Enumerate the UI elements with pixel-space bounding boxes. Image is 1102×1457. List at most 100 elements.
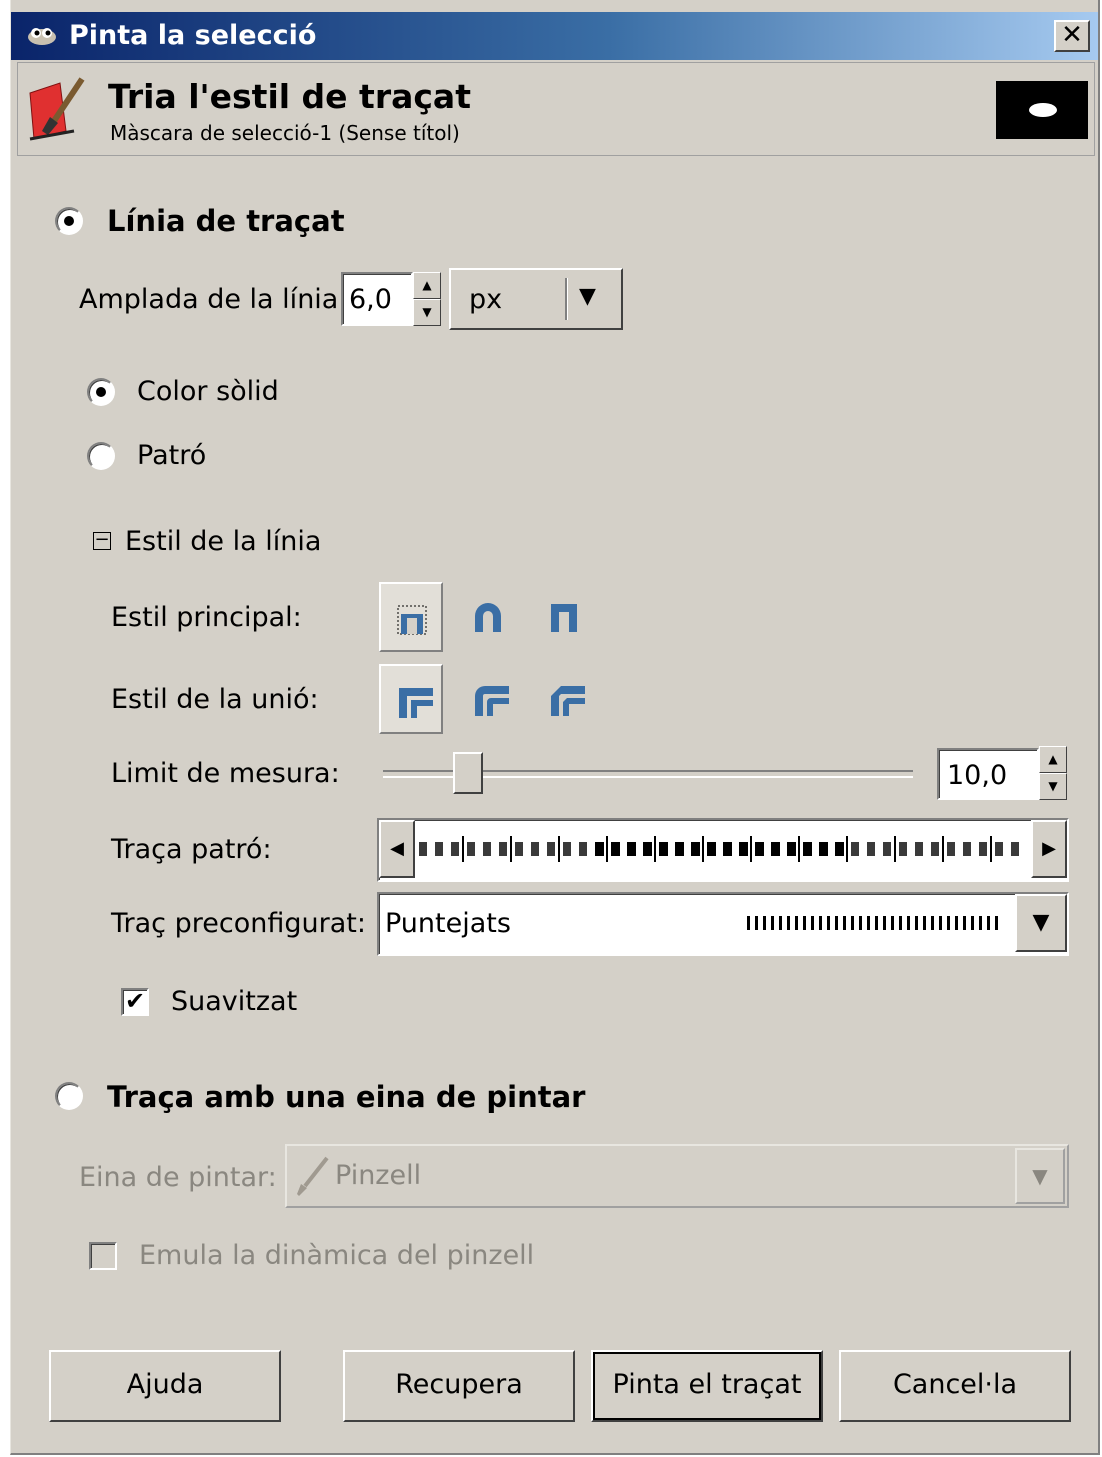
dash-segment <box>563 842 571 856</box>
stroke-line-label[interactable]: Línia de traçat <box>107 204 345 238</box>
dot-mark <box>787 916 790 930</box>
dash-segment <box>419 842 427 856</box>
cap-butt-icon <box>397 605 427 635</box>
dash-segment <box>627 842 636 856</box>
line-width-label: Amplada de la línia: <box>79 284 348 315</box>
dot-mark <box>915 916 918 930</box>
dash-segment <box>723 842 732 856</box>
dash-segment <box>931 842 939 856</box>
dash-preset-value: Puntejats <box>385 908 511 939</box>
spin-up-icon[interactable]: ▲ <box>413 272 441 299</box>
emulate-dynamics-label[interactable]: Emula la dinàmica del pinzell <box>139 1240 534 1271</box>
dash-segment <box>915 842 923 856</box>
chevron-down-icon[interactable]: ▼ <box>1015 894 1067 952</box>
dot-mark <box>859 916 862 930</box>
help-button[interactable]: Ajuda <box>49 1350 281 1422</box>
header-title: Tria l'estil de traçat <box>108 77 471 116</box>
dash-segment <box>643 842 652 856</box>
paint-tool-option-label[interactable]: Traça amb una eina de pintar <box>107 1080 585 1114</box>
close-button[interactable]: ✕ <box>1054 20 1090 52</box>
pattern-label[interactable]: Patró <box>137 440 206 471</box>
join-bevel-button[interactable] <box>533 664 597 734</box>
dot-mark <box>923 916 926 930</box>
dash-segment <box>483 842 491 856</box>
dash-preset-dropdown[interactable]: Puntejats ▼ <box>377 892 1069 956</box>
line-style-expander-label[interactable]: Estil de la línia <box>125 526 321 557</box>
dash-segment <box>435 842 443 856</box>
header-subtitle: Màscara de selecció-1 (Sense títol) <box>110 121 460 145</box>
dot-mark <box>883 916 886 930</box>
dash-segment <box>579 842 587 856</box>
dot-mark <box>947 916 950 930</box>
dash-segment <box>467 842 475 856</box>
paint-tool-radio[interactable] <box>55 1082 83 1110</box>
spin-up-icon[interactable]: ▲ <box>1039 746 1067 773</box>
join-round-icon <box>475 686 509 716</box>
spin-down-icon[interactable]: ▼ <box>1039 773 1067 800</box>
line-width-value: 6,0 <box>349 284 392 315</box>
emulate-dynamics-checkbox[interactable] <box>89 1242 117 1270</box>
dash-segment <box>803 842 812 856</box>
antialias-checkbox[interactable]: ✔ <box>121 988 149 1016</box>
reset-button[interactable]: Recupera <box>343 1350 575 1422</box>
dash-segment <box>707 842 716 856</box>
dash-segment <box>787 842 796 856</box>
stroke-selection-icon <box>29 77 85 141</box>
dash-segment <box>515 842 523 856</box>
spin-down-icon[interactable]: ▼ <box>413 299 441 326</box>
dot-mark <box>819 916 822 930</box>
miter-limit-input[interactable]: 10,0 <box>937 748 1039 800</box>
dot-mark <box>795 916 798 930</box>
paint-tool-dropdown[interactable]: Pinzell ▼ <box>285 1144 1069 1208</box>
antialias-label[interactable]: Suavitzat <box>171 986 297 1017</box>
title-bar[interactable]: Pinta la selecció ✕ <box>11 12 1098 60</box>
join-miter-button[interactable] <box>379 664 443 734</box>
dot-mark <box>987 916 990 930</box>
solid-color-radio[interactable] <box>87 378 115 406</box>
dash-segment <box>691 842 700 856</box>
dash-segment <box>595 842 604 856</box>
dash-pattern-editor[interactable]: ◀ ▶ <box>377 818 1069 882</box>
dash-segment <box>947 842 955 856</box>
cap-round-button[interactable] <box>457 582 521 652</box>
cap-square-button[interactable] <box>533 582 597 652</box>
dot-mark <box>867 916 870 930</box>
dash-segment <box>835 842 844 856</box>
join-round-button[interactable] <box>457 664 521 734</box>
chevron-down-icon[interactable]: ▼ <box>1015 1148 1065 1204</box>
miter-slider-thumb[interactable] <box>453 752 483 794</box>
scroll-left-icon[interactable]: ◀ <box>379 820 415 878</box>
unit-dropdown[interactable]: px ▼ <box>449 268 623 330</box>
dash-segment <box>499 842 507 856</box>
dot-mark <box>875 916 878 930</box>
stroke-line-radio[interactable] <box>55 207 83 235</box>
dot-mark <box>907 916 910 930</box>
dash-segment <box>739 842 748 856</box>
dot-mark <box>963 916 966 930</box>
collapse-icon[interactable]: − <box>93 531 111 550</box>
dash-segment <box>611 842 620 856</box>
dash-segment <box>755 842 764 856</box>
paint-tool-value: Pinzell <box>335 1160 422 1191</box>
stroke-button[interactable]: Pinta el traçat <box>591 1350 823 1422</box>
join-miter-icon <box>399 688 433 718</box>
cap-butt-button[interactable] <box>379 582 443 652</box>
window-title: Pinta la selecció <box>69 20 317 51</box>
miter-limit-spinner[interactable]: ▲ ▼ <box>1039 746 1067 800</box>
close-icon: ✕ <box>1061 20 1083 50</box>
dash-segment <box>531 842 539 856</box>
miter-limit-value: 10,0 <box>947 760 1008 791</box>
dash-preset-label: Traç preconfigurat: <box>111 908 366 939</box>
dialog-header: Tria l'estil de traçat Màscara de selecc… <box>17 62 1095 156</box>
dot-mark <box>971 916 974 930</box>
dash-segment <box>659 842 668 856</box>
solid-color-label[interactable]: Color sòlid <box>137 376 279 407</box>
dot-mark <box>899 916 902 930</box>
scroll-right-icon[interactable]: ▶ <box>1031 820 1067 878</box>
line-width-spinner[interactable]: ▲ ▼ <box>413 272 441 326</box>
dot-mark <box>811 916 814 930</box>
pattern-radio[interactable] <box>87 442 115 470</box>
line-width-input[interactable]: 6,0 <box>341 272 413 326</box>
dot-mark <box>779 916 782 930</box>
cancel-button[interactable]: Cancel·la <box>839 1350 1071 1422</box>
